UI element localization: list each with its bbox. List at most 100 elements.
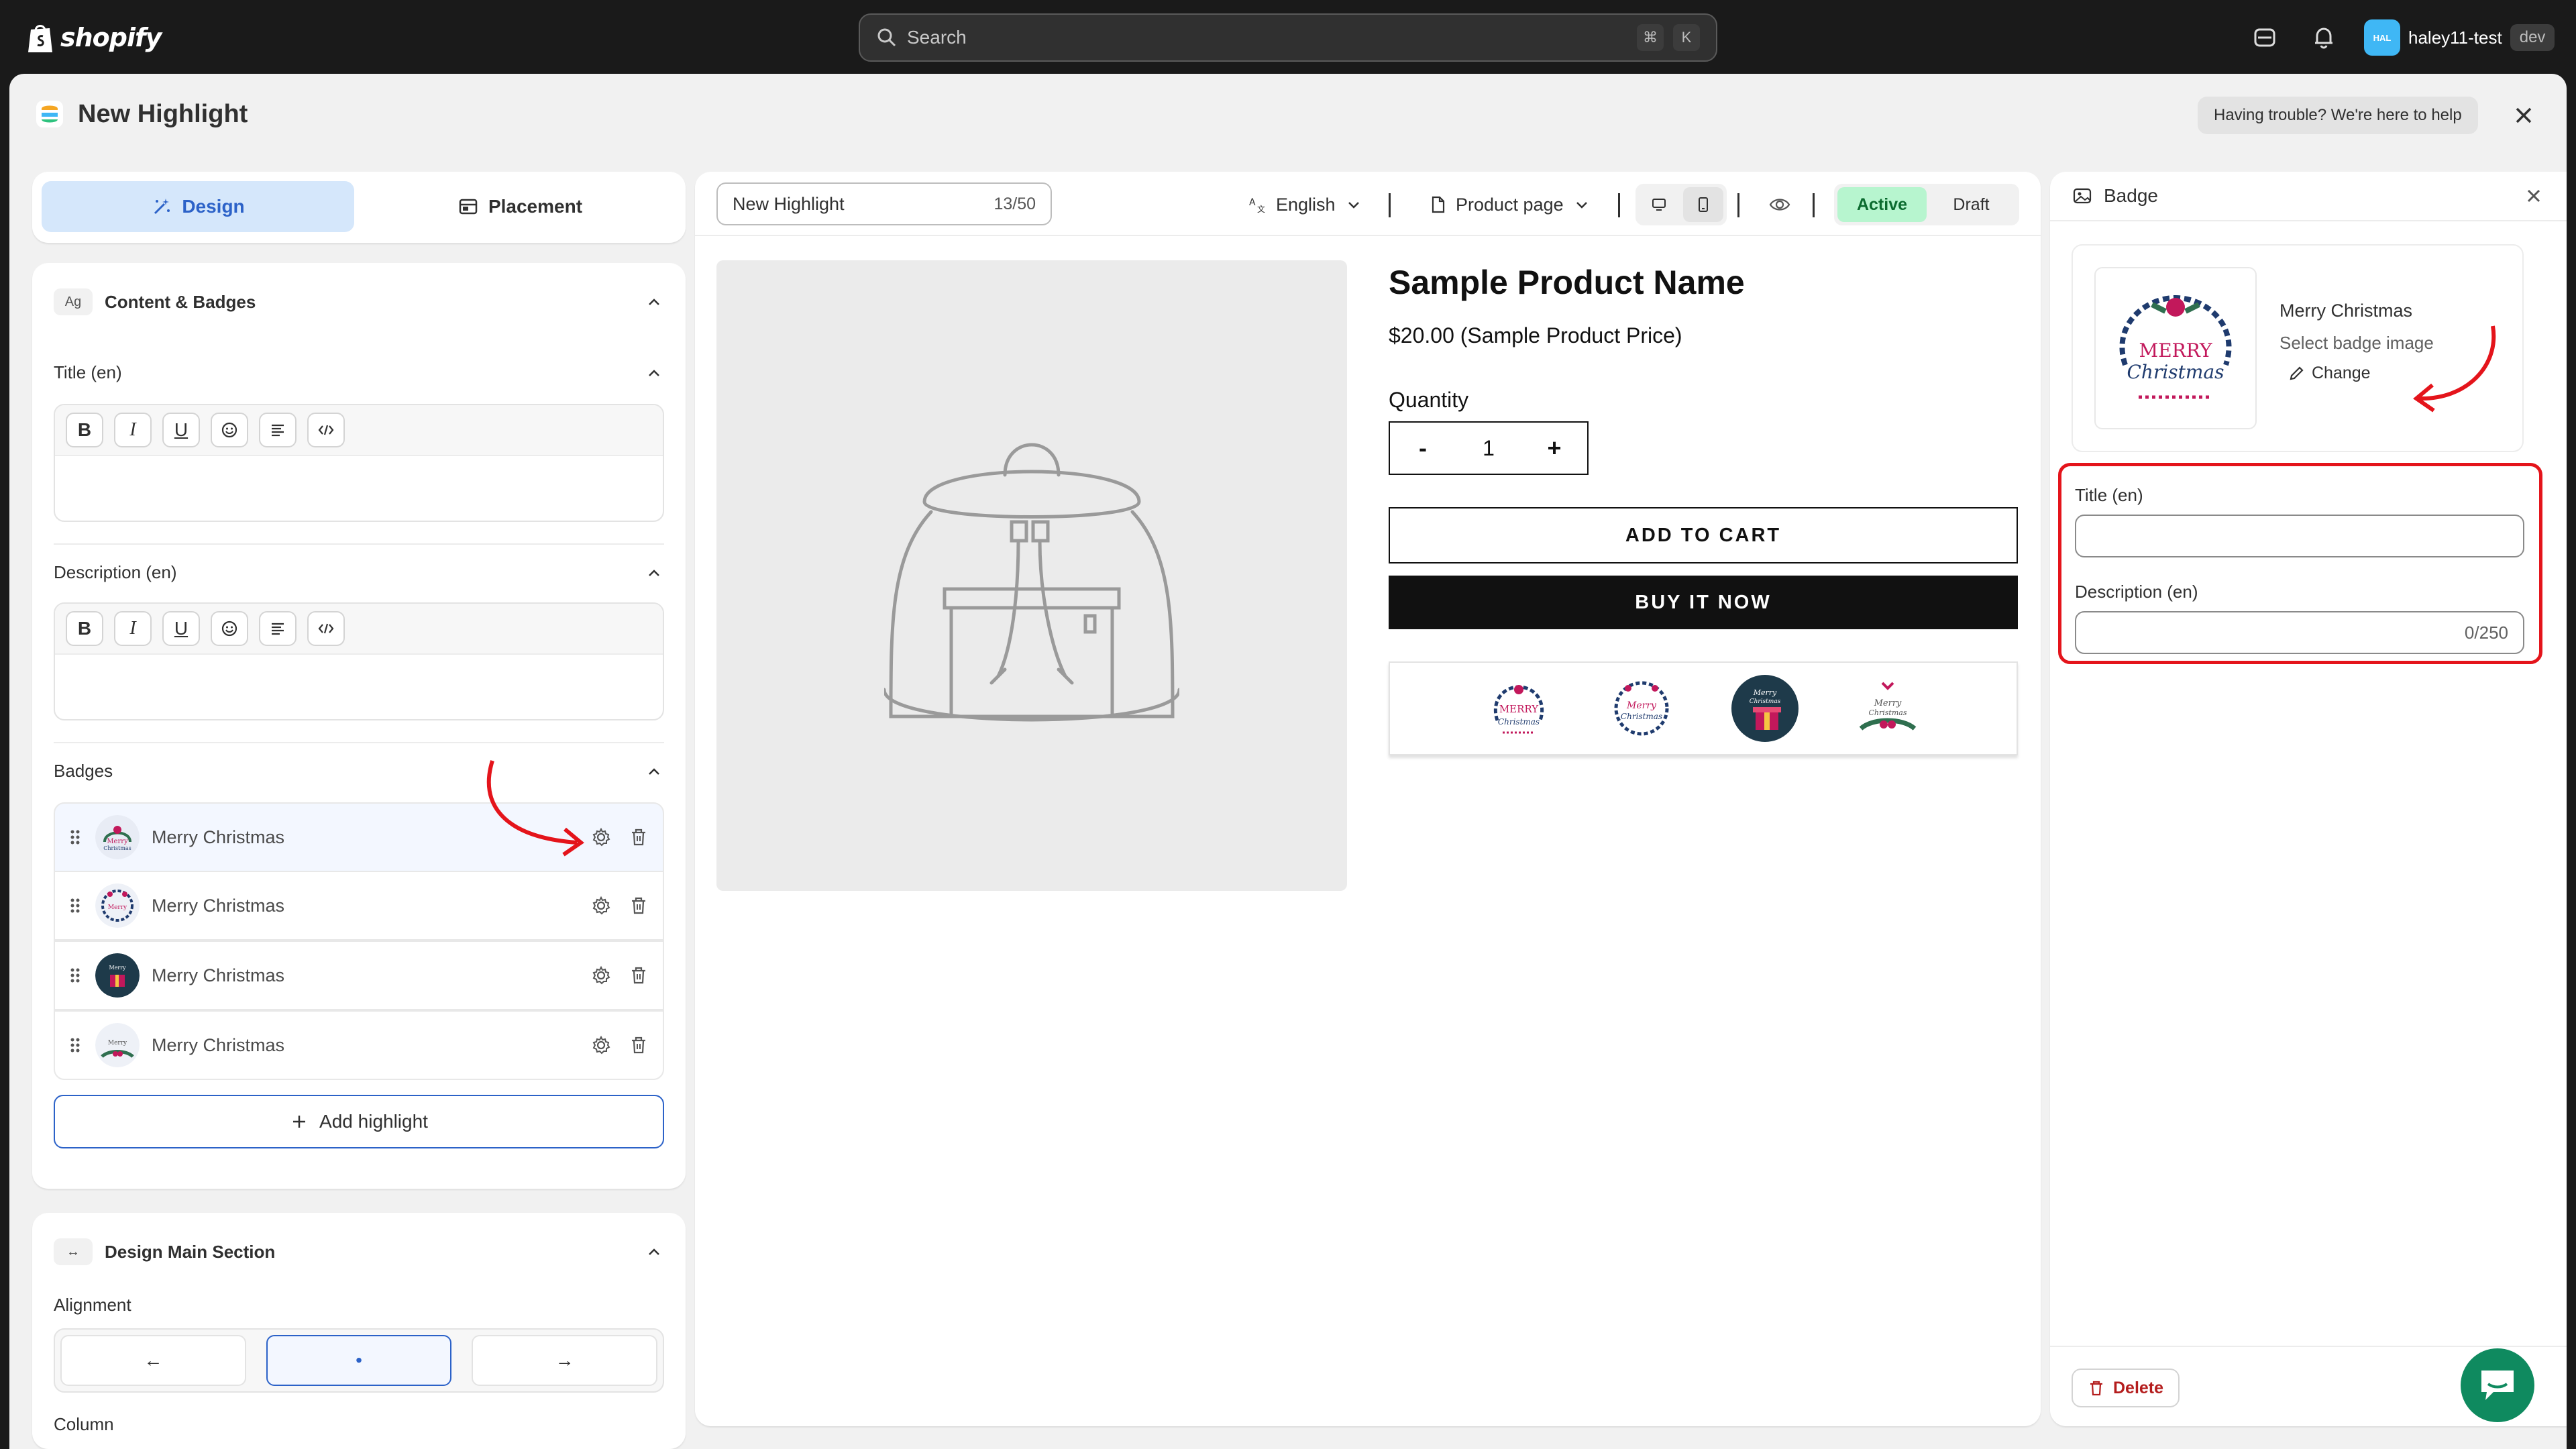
trash-icon[interactable] <box>628 826 649 848</box>
title-field-header[interactable]: Title (en) <box>54 362 664 383</box>
badge-art-line-2: Christmas <box>2127 361 2224 383</box>
align-button[interactable] <box>259 611 297 646</box>
shopify-logo[interactable]: shopify <box>27 20 162 55</box>
bold-button[interactable]: B <box>66 611 103 646</box>
svg-text:文: 文 <box>1257 204 1265 214</box>
code-button[interactable] <box>307 413 345 447</box>
tab-placement[interactable]: Placement <box>364 181 676 232</box>
desktop-icon <box>1652 199 1666 211</box>
divider <box>54 742 664 743</box>
title-rich-editor[interactable]: B I U <box>54 404 664 522</box>
add-to-cart-button[interactable]: ADD TO CART <box>1389 507 2018 564</box>
status-active-button[interactable]: Active <box>1837 187 1927 222</box>
badge-subtitle: Select badge image <box>2279 333 2434 353</box>
chevron-up-icon[interactable] <box>644 363 664 383</box>
christmas-wreath-badge-icon[interactable]: MerryChristmas <box>1607 674 1676 743</box>
svg-text:Merry: Merry <box>1626 700 1657 711</box>
description-field-label: Description (en) <box>54 562 177 582</box>
content-badges-header[interactable]: Ag Content & Badges <box>54 288 664 315</box>
badge-row[interactable]: Merry Merry Christmas <box>54 871 664 941</box>
christmas-wreath-badge-icon[interactable]: MERRY Christmas <box>1484 674 1554 743</box>
tab-design[interactable]: Design <box>42 181 354 232</box>
badge-title-input[interactable] <box>2075 515 2524 557</box>
description-rich-editor[interactable]: B I U <box>54 602 664 720</box>
trash-icon[interactable] <box>628 1034 649 1056</box>
status-draft-button[interactable]: Draft <box>1927 187 2016 222</box>
chevron-up-icon[interactable] <box>644 1242 664 1262</box>
add-highlight-button[interactable]: Add highlight <box>54 1095 664 1148</box>
drag-handle-icon[interactable] <box>68 826 82 848</box>
badges-header[interactable]: Badges <box>54 761 664 782</box>
title-field-label: Title (en) <box>2075 485 2143 505</box>
badges-label: Badges <box>54 761 113 781</box>
close-icon[interactable] <box>2522 184 2545 207</box>
drag-handle-icon[interactable] <box>68 895 82 916</box>
increment-button[interactable]: + <box>1521 434 1587 462</box>
align-right-button[interactable]: → <box>472 1335 658 1386</box>
gear-icon[interactable] <box>590 895 612 916</box>
store-menu[interactable]: HAL haley11-test dev <box>2364 19 2555 56</box>
badge-name: Merry Christmas <box>152 1034 285 1055</box>
text-format-icon: Ag <box>54 288 93 315</box>
bold-button[interactable]: B <box>66 413 103 447</box>
gear-icon[interactable] <box>590 826 612 848</box>
underline-button[interactable]: U <box>162 611 200 646</box>
trash-icon[interactable] <box>628 895 649 916</box>
gear-icon[interactable] <box>590 965 612 986</box>
chevron-up-icon[interactable] <box>644 761 664 782</box>
page-icon <box>1432 196 1445 213</box>
drag-handle-icon[interactable] <box>68 1034 82 1056</box>
design-main-header[interactable]: ↔ Design Main Section <box>54 1238 664 1265</box>
preview-toolbar: New Highlight 13/50 A文 English Product p… <box>695 172 2041 236</box>
italic-button[interactable]: I <box>114 413 152 447</box>
buy-now-button[interactable]: BUY IT NOW <box>1389 576 2018 629</box>
change-image-button[interactable]: Change <box>2288 364 2371 383</box>
christmas-gift-badge-icon[interactable]: MerryChristmas <box>1730 674 1800 743</box>
align-center-button[interactable]: • <box>266 1335 452 1386</box>
description-field-header[interactable]: Description (en) <box>54 562 664 583</box>
store-inbox-icon[interactable] <box>2250 23 2279 52</box>
mobile-icon <box>1699 197 1708 212</box>
emoji-button[interactable] <box>211 413 248 447</box>
chat-support-button[interactable] <box>2461 1348 2534 1422</box>
mobile-view-button[interactable] <box>1683 187 1723 222</box>
svg-text:Merry: Merry <box>108 904 127 911</box>
badge-name: Merry Christmas <box>152 895 285 916</box>
badge-row[interactable]: Merry Merry Christmas <box>54 941 664 1010</box>
quantity-value[interactable]: 1 <box>1456 436 1521 461</box>
preview-eye-icon[interactable] <box>1768 193 1791 216</box>
drag-handle-icon[interactable] <box>68 965 82 986</box>
decrement-button[interactable]: - <box>1390 434 1456 462</box>
badge-art-line-1: MERRY <box>2139 339 2212 362</box>
delete-button[interactable]: Delete <box>2072 1368 2180 1407</box>
christmas-holly-badge-icon[interactable]: MerryChristmas <box>1853 674 1923 743</box>
language-selector[interactable]: A文 English <box>1248 188 1364 221</box>
badge-description-input[interactable]: 0/250 <box>2075 611 2524 654</box>
pencil-icon <box>2290 366 2304 380</box>
italic-button[interactable]: I <box>114 611 152 646</box>
quantity-stepper[interactable]: - 1 + <box>1389 421 1589 475</box>
page-type-selector[interactable]: Product page <box>1428 188 1592 221</box>
dev-tag: dev <box>2510 24 2555 51</box>
desktop-view-button[interactable] <box>1639 187 1679 222</box>
christmas-wreath-badge-icon: MerryChristmas <box>95 815 140 859</box>
gear-icon[interactable] <box>590 1034 612 1056</box>
highlight-name-input[interactable]: New Highlight 13/50 <box>716 182 1052 225</box>
close-icon[interactable] <box>2509 101 2538 130</box>
code-button[interactable] <box>307 611 345 646</box>
shortcut-key-k: K <box>1673 24 1700 51</box>
help-button[interactable]: Having trouble? We're here to help <box>2198 97 2478 134</box>
underline-button[interactable]: U <box>162 413 200 447</box>
align-left-icon <box>272 623 284 635</box>
badge-row[interactable]: Merry Christmas Merry Christmas <box>54 802 664 872</box>
align-left-button[interactable]: ← <box>60 1335 246 1386</box>
chevron-up-icon[interactable] <box>644 563 664 583</box>
align-button[interactable] <box>259 413 297 447</box>
notification-bell-icon[interactable] <box>2309 23 2339 52</box>
search-bar[interactable]: Search ⌘ K <box>859 13 1717 62</box>
chevron-up-icon[interactable] <box>644 292 664 312</box>
panel-header: Badge <box>2050 172 2567 221</box>
emoji-button[interactable] <box>211 611 248 646</box>
badge-row[interactable]: Merry Merry Christmas <box>54 1010 664 1080</box>
trash-icon[interactable] <box>628 965 649 986</box>
